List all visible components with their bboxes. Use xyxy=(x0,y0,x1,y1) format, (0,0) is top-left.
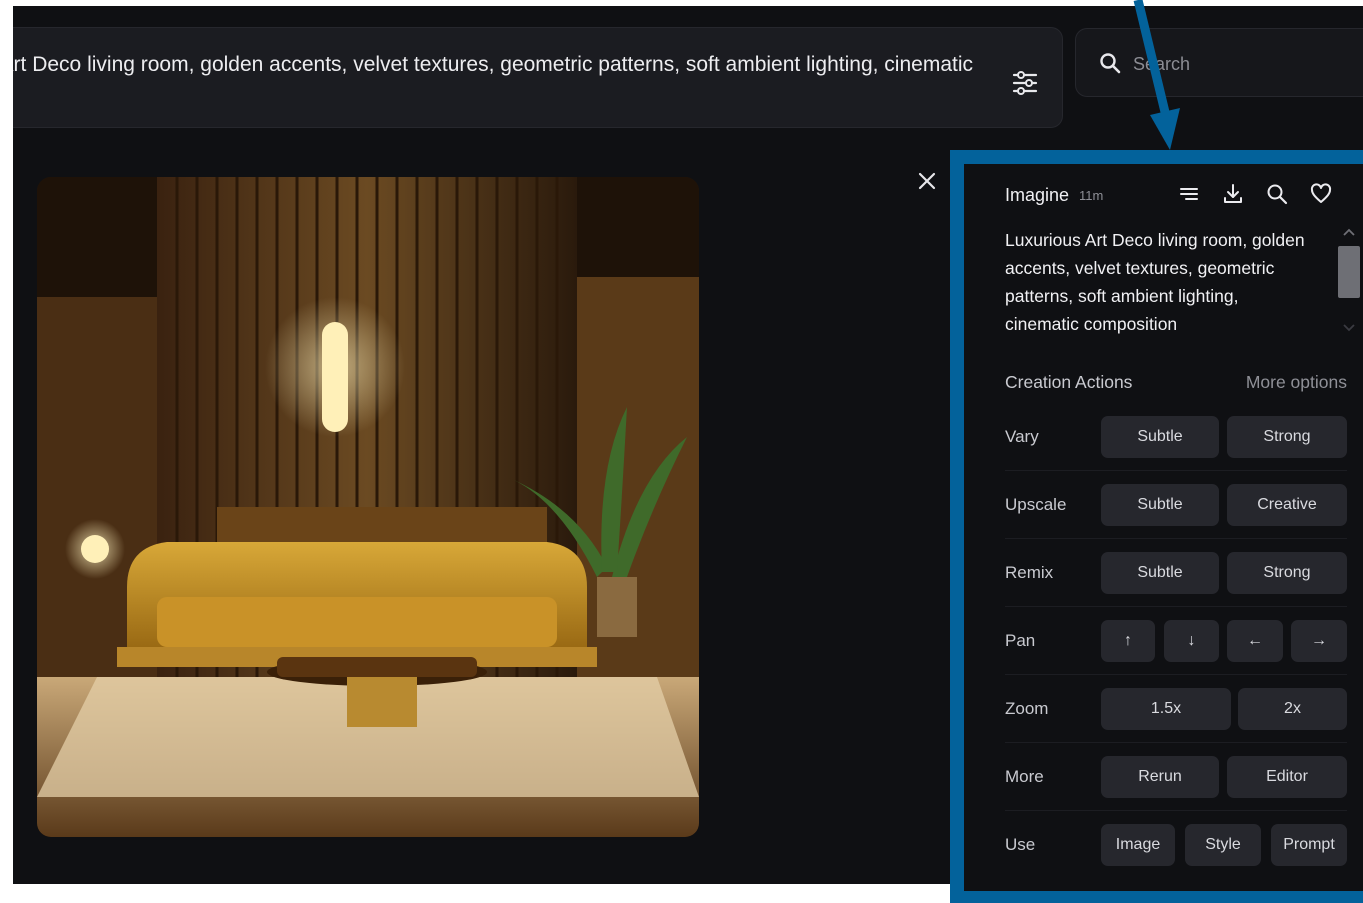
row-label: Remix xyxy=(1005,563,1054,582)
pan-right-button[interactable]: → xyxy=(1291,620,1347,662)
use-style-button[interactable]: Style xyxy=(1185,824,1261,866)
panel-title: Imagine xyxy=(1005,184,1070,205)
row-label: Upscale xyxy=(1005,495,1067,514)
vary-subtle-button[interactable]: Subtle xyxy=(1101,416,1219,458)
scroll-thumb[interactable] xyxy=(1338,246,1360,298)
divider xyxy=(1005,742,1347,743)
generated-image[interactable] xyxy=(37,177,699,837)
prompt-text[interactable]: Luxurious Art Deco living room, golden a… xyxy=(13,50,973,80)
pan-down-button[interactable]: ↓ xyxy=(1164,620,1219,662)
pan-left-button[interactable]: ← xyxy=(1227,620,1283,662)
pan-up-button[interactable]: ↑ xyxy=(1101,620,1155,662)
scroll-down-icon[interactable] xyxy=(1341,322,1357,334)
search-input[interactable] xyxy=(1131,49,1335,79)
prompt-description: Luxurious Art Deco living room, golden a… xyxy=(1005,230,1305,334)
panel-header-icons xyxy=(1177,182,1333,206)
row-label: Use xyxy=(1005,835,1036,854)
upscale-creative-button[interactable]: Creative xyxy=(1227,484,1347,526)
panel-header: Imagine 11m xyxy=(1005,182,1103,208)
zoom-2x-button[interactable]: 2x xyxy=(1238,688,1347,730)
section-title: Creation Actions xyxy=(1005,372,1133,392)
use-image-button[interactable]: Image xyxy=(1101,824,1175,866)
settings-sliders-icon[interactable] xyxy=(1012,71,1038,95)
row-label: Pan xyxy=(1005,631,1036,650)
description-scrollbar[interactable] xyxy=(1338,226,1360,338)
editor-button[interactable]: Editor xyxy=(1227,756,1347,798)
remix-subtle-button[interactable]: Subtle xyxy=(1101,552,1219,594)
creation-actions-header: Creation Actions More options xyxy=(1005,372,1347,393)
menu-icon[interactable] xyxy=(1177,182,1201,206)
prompt-bar[interactable]: Luxurious Art Deco living room, golden a… xyxy=(13,27,1063,128)
row-label: Zoom xyxy=(1005,699,1049,718)
remix-strong-button[interactable]: Strong xyxy=(1227,552,1347,594)
scroll-up-icon[interactable] xyxy=(1341,226,1357,238)
download-icon[interactable] xyxy=(1221,182,1245,206)
row-label: Vary xyxy=(1005,427,1039,446)
divider xyxy=(1005,606,1347,607)
search-box[interactable] xyxy=(1075,28,1363,97)
divider xyxy=(1005,674,1347,675)
row-label: More xyxy=(1005,767,1044,786)
action-row-more: More Rerun Editor xyxy=(1005,756,1347,798)
panel-timestamp: 11m xyxy=(1079,187,1104,203)
divider xyxy=(1005,810,1347,811)
close-icon[interactable] xyxy=(916,170,938,192)
action-row-upscale: Upscale Subtle Creative xyxy=(1005,484,1347,526)
search-icon xyxy=(1100,53,1121,74)
action-row-vary: Vary Subtle Strong xyxy=(1005,416,1347,458)
zoom-1-5x-button[interactable]: 1.5x xyxy=(1101,688,1231,730)
upscale-subtle-button[interactable]: Subtle xyxy=(1101,484,1219,526)
art-deco-living-room-image xyxy=(37,177,699,837)
creation-details-panel: Imagine 11m Luxurious Art Deco living ro… xyxy=(950,150,1363,903)
action-row-pan: Pan ↑ ↓ ← → xyxy=(1005,620,1347,662)
search-icon[interactable] xyxy=(1265,182,1289,206)
action-row-zoom: Zoom 1.5x 2x xyxy=(1005,688,1347,730)
more-options-link[interactable]: More options xyxy=(1246,372,1347,393)
vary-strong-button[interactable]: Strong xyxy=(1227,416,1347,458)
heart-icon[interactable] xyxy=(1309,182,1333,206)
action-row-use: Use Image Style Prompt xyxy=(1005,824,1347,866)
action-row-remix: Remix Subtle Strong xyxy=(1005,552,1347,594)
divider xyxy=(1005,470,1347,471)
use-prompt-button[interactable]: Prompt xyxy=(1271,824,1347,866)
rerun-button[interactable]: Rerun xyxy=(1101,756,1219,798)
divider xyxy=(1005,538,1347,539)
